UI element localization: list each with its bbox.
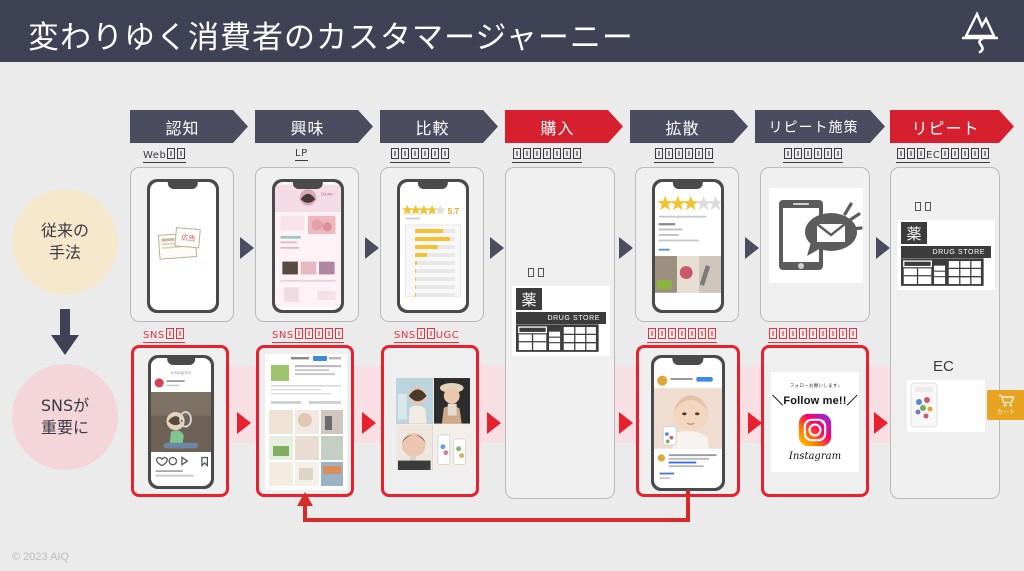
sns-label-spread [647, 328, 717, 343]
sns-label-awareness: SNS [143, 328, 185, 343]
follow-main-text: ＼Follow me!!／ [772, 394, 858, 407]
aiq-mountain-logo [962, 11, 998, 54]
sublabel-comparison [390, 148, 450, 163]
stage-label: 比較 [415, 118, 450, 138]
ec-product-illustration [907, 380, 985, 432]
feedback-loop-arrow [297, 490, 690, 522]
legacy-method-label-line1: 従来の [40, 221, 89, 241]
cart-button[interactable]: カート [987, 390, 1024, 420]
stage-banner-repeat-measure[interactable]: リピート施策 [755, 110, 885, 143]
stage-banner-spread[interactable]: 拡散 [630, 110, 748, 143]
legacy-card-interest[interactable]: Dione [255, 167, 359, 322]
svg-text:Instagram: Instagram [171, 370, 191, 375]
stage-label: 購入 [540, 118, 575, 138]
footer-copyright: © 2023 AIQ [12, 551, 70, 563]
ugc-photo [433, 424, 470, 470]
stage-banner-comparison[interactable]: 比較 [380, 110, 498, 143]
page-header: 変わりゆく消費者のカスタマージャーニー [0, 0, 1024, 62]
legacy-card-comparison[interactable]: 5.7 [380, 167, 484, 322]
drugstore-illustration: 薬 DRUG STORE [512, 286, 610, 356]
sns-label-interest: SNS [272, 328, 344, 343]
sns-card-ugc[interactable] [381, 345, 479, 497]
shopping-cart-icon [998, 394, 1014, 407]
legacy-method-label-line2: 手法 [48, 243, 81, 262]
legacy-card-awareness[interactable]: 広告 [130, 167, 234, 322]
store-sign: 薬 [516, 288, 542, 310]
store-caption [526, 268, 546, 278]
sns-card-interest[interactable] [256, 345, 354, 497]
stage-banner-interest[interactable]: 興味 [255, 110, 373, 143]
sns-flow-arrow-5 [748, 412, 762, 434]
page-title: 変わりゆく消費者のカスタマージャーニー [28, 20, 634, 56]
phone-mock-lp: Dione [272, 179, 344, 313]
follow-sub-text: フォローお願いします♪ [789, 382, 841, 388]
sublabel-repeat: EC [896, 148, 991, 163]
store-band-text: DRUG STORE [901, 246, 991, 258]
ugc-photo [433, 378, 470, 424]
sns-card-repeat-measure[interactable]: フォローお願いします♪ ＼Follow me!!／ Instagram [761, 345, 869, 497]
repeat-card-store-ec[interactable]: 薬 DRUG STORE EC カート [890, 167, 1024, 499]
ugc-photo-grid [396, 378, 470, 470]
sns-important-label-line1: SNSが [40, 396, 90, 416]
sns-label-repeat-measure [768, 328, 858, 343]
sns-card-awareness[interactable]: Instagram [131, 345, 229, 497]
stage-label: リピート施策 [768, 119, 859, 136]
stage-banner-awareness[interactable]: 認知 [130, 110, 248, 143]
sublabel-interest: LP [295, 148, 308, 161]
store-sign: 薬 [901, 222, 927, 244]
ugc-photo [396, 378, 433, 424]
follow-me-card: フォローお願いします♪ ＼Follow me!!／ Instagram [771, 372, 859, 472]
stage-banner-purchase[interactable]: 購入 [505, 110, 623, 143]
stage-label: 興味 [290, 118, 325, 138]
flow-arrow-3 [490, 237, 504, 259]
phone-mock-influencer-post [651, 355, 725, 491]
legacy-card-repeat-measure[interactable] [760, 167, 870, 322]
sns-flow-arrow-2 [362, 412, 376, 434]
sns-flow-arrow-1 [237, 412, 251, 434]
phone-mock-review-post [652, 179, 724, 313]
instagram-logo [798, 413, 832, 446]
purchase-card-store[interactable]: 薬 DRUG STORE [505, 167, 615, 499]
flow-arrow-2 [365, 237, 379, 259]
svg-text:Dione: Dione [321, 192, 333, 197]
sns-card-spread[interactable] [636, 345, 740, 497]
sns-flow-arrow-6 [874, 412, 888, 434]
stage-label: 認知 [165, 118, 200, 138]
sublabel-repeat-measure [783, 148, 843, 163]
flow-arrow-5 [745, 237, 759, 259]
stage-label: リピート [911, 118, 980, 138]
email-push-illustration [769, 188, 863, 283]
phone-mock-review-ranking: 5.7 [397, 179, 469, 313]
store-band-text: DRUG STORE [516, 312, 606, 324]
down-arrow-icon [51, 309, 79, 355]
sublabel-purchase [512, 148, 582, 163]
drugstore-illustration-repeat: 薬 DRUG STORE [897, 220, 995, 290]
legacy-method-circle: 従来の 手法 [12, 189, 118, 295]
sns-label-ugc: SNS UGC [394, 328, 460, 343]
sns-important-label-line2: 重要に [40, 418, 89, 437]
repeat-store-caption [913, 202, 933, 212]
ugc-photo [396, 424, 433, 470]
svg-text:5.7: 5.7 [448, 207, 460, 216]
stage-banner-repeat[interactable]: リピート [890, 110, 1014, 143]
sns-flow-arrow-3 [487, 412, 501, 434]
sublabel-awareness: Web [143, 148, 187, 163]
flow-arrow-1 [240, 237, 254, 259]
instagram-profile-grid [265, 354, 347, 490]
flow-arrow-4 [619, 237, 633, 259]
instagram-wordmark: Instagram [788, 450, 842, 462]
cart-caption: カート [996, 409, 1015, 416]
ec-label: EC [933, 358, 954, 375]
legacy-card-spread[interactable] [635, 167, 739, 322]
sns-important-circle: SNSが 重要に [12, 364, 118, 470]
sns-flow-arrow-4 [619, 412, 633, 434]
phone-mock-web-ad: 広告 [147, 179, 219, 313]
svg-text:広告: 広告 [181, 233, 196, 243]
flow-arrow-6 [876, 237, 890, 259]
stage-label: 拡散 [665, 118, 700, 138]
phone-mock-instagram-ad: Instagram [148, 355, 214, 489]
sublabel-spread [654, 148, 714, 163]
